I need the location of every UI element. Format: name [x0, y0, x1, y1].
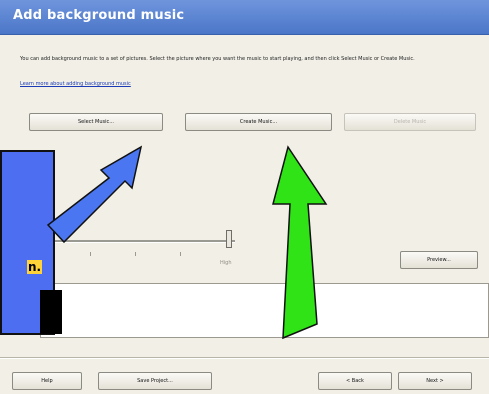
green-arrow-icon [272, 145, 328, 340]
blue-arrow-icon [46, 145, 143, 244]
annotation-arrows [46, 145, 328, 340]
